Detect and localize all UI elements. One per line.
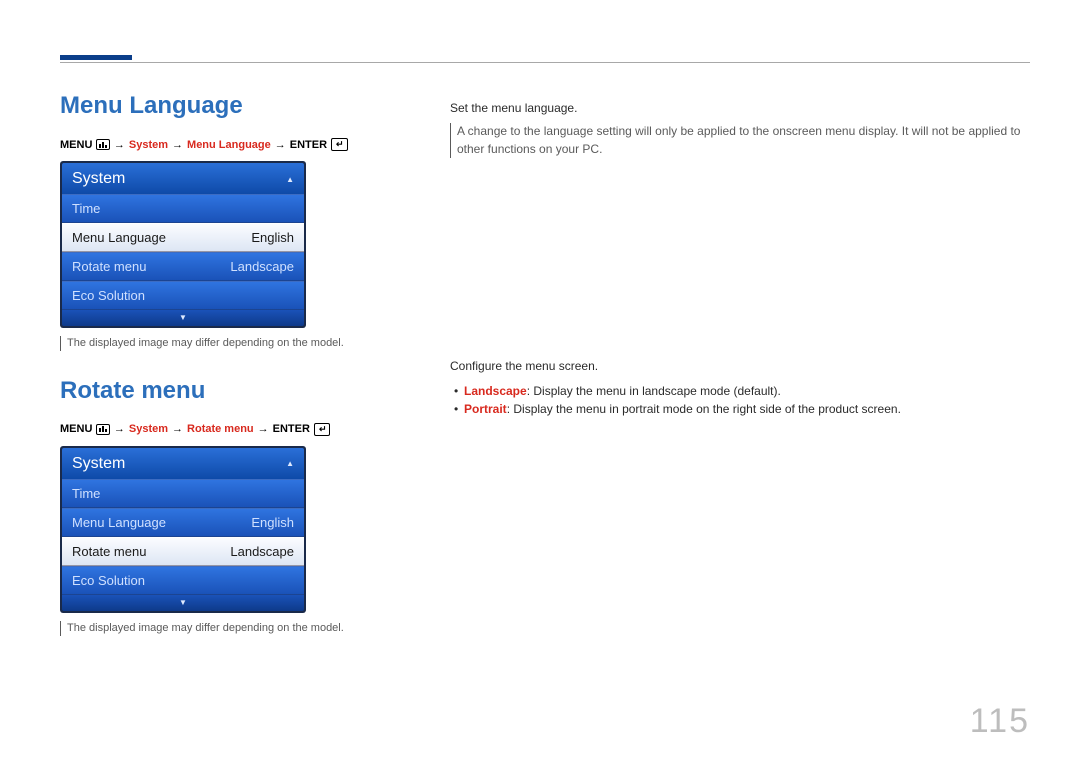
osd-row-label: Eco Solution [72, 573, 145, 588]
osd-panel-2: System ▲ Time Menu Language English Rota… [60, 446, 306, 613]
right-column: Set the menu language. A change to the l… [450, 92, 1030, 640]
arrow-right-icon: → [114, 139, 125, 151]
page-number: 115 [970, 702, 1030, 741]
osd-row[interactable]: Time [62, 479, 304, 508]
osd-row-selected[interactable]: Menu Language English [62, 223, 304, 252]
nav-enter-label: ENTER [273, 423, 310, 435]
osd-panel-1: System ▲ Time Menu Language English Rota… [60, 161, 306, 328]
osd-row[interactable]: Eco Solution [62, 281, 304, 310]
osd-row-label: Menu Language [72, 230, 166, 245]
osd-title: System [72, 170, 125, 188]
section1-footnote: The displayed image may differ depending… [60, 336, 380, 351]
nav-enter-label: ENTER [290, 139, 327, 151]
enter-key-icon [314, 423, 331, 436]
bullet-text: : Display the menu in portrait mode on t… [507, 402, 901, 416]
section1-right: Set the menu language. A change to the l… [450, 100, 1030, 158]
osd-row[interactable]: Eco Solution [62, 566, 304, 595]
osd-header: System ▲ [62, 448, 304, 479]
osd-row-label: Rotate menu [72, 544, 146, 559]
page-content: Menu Language MENU → System → Menu Langu… [60, 62, 1030, 640]
menu-bars-icon [96, 424, 110, 435]
osd-row-selected[interactable]: Rotate menu Landscape [62, 537, 304, 566]
nav-system: System [129, 139, 168, 151]
enter-key-icon [331, 138, 348, 151]
nav-item: Menu Language [187, 139, 271, 151]
left-column: Menu Language MENU → System → Menu Langu… [60, 92, 380, 640]
arrow-right-icon: → [172, 423, 183, 435]
osd-header: System ▲ [62, 163, 304, 194]
section1-nav-path: MENU → System → Menu Language → ENTER [60, 138, 380, 151]
osd-row-value: Landscape [230, 259, 294, 274]
osd-row-value: English [251, 515, 294, 530]
section2-right: Configure the menu screen. Landscape: Di… [450, 358, 1030, 419]
nav-system: System [129, 423, 168, 435]
osd-row-label: Menu Language [72, 515, 166, 530]
top-divider [60, 62, 1030, 63]
osd-row[interactable]: Rotate menu Landscape [62, 252, 304, 281]
bullet-landscape: Landscape: Display the menu in landscape… [450, 382, 1030, 401]
section1-desc: Set the menu language. [450, 100, 1030, 117]
osd-row[interactable]: Menu Language English [62, 508, 304, 537]
scroll-down-icon: ▼ [179, 598, 187, 607]
bullet-text: : Display the menu in landscape mode (de… [527, 384, 781, 398]
scroll-up-icon: ▲ [286, 459, 294, 468]
accent-bar [60, 55, 132, 60]
osd-title: System [72, 455, 125, 473]
osd-row-value: English [251, 230, 294, 245]
osd-row-value: Landscape [230, 544, 294, 559]
nav-menu-label: MENU [60, 423, 92, 435]
scroll-up-icon: ▲ [286, 175, 294, 184]
osd-row-label: Eco Solution [72, 288, 145, 303]
osd-row-label: Rotate menu [72, 259, 146, 274]
osd-row-label: Time [72, 486, 100, 501]
scroll-down-icon: ▼ [179, 313, 187, 322]
osd-footer: ▼ [62, 595, 304, 611]
osd-row[interactable]: Time [62, 194, 304, 223]
section2-nav-path: MENU → System → Rotate menu → ENTER [60, 423, 380, 436]
section1-note: A change to the language setting will on… [450, 123, 1030, 158]
section1-title: Menu Language [60, 92, 380, 120]
bullet-portrait: Portrait: Display the menu in portrait m… [450, 400, 1030, 419]
arrow-right-icon: → [258, 423, 269, 435]
arrow-right-icon: → [275, 139, 286, 151]
bullet-term: Landscape [464, 384, 527, 398]
nav-menu-label: MENU [60, 139, 92, 151]
section2-footnote: The displayed image may differ depending… [60, 621, 380, 636]
osd-row-label: Time [72, 201, 100, 216]
arrow-right-icon: → [114, 423, 125, 435]
osd-footer: ▼ [62, 310, 304, 326]
nav-item: Rotate menu [187, 423, 254, 435]
section2-desc: Configure the menu screen. [450, 358, 1030, 375]
arrow-right-icon: → [172, 139, 183, 151]
section2-bullets: Landscape: Display the menu in landscape… [450, 382, 1030, 419]
menu-bars-icon [96, 139, 110, 150]
bullet-term: Portrait [464, 402, 507, 416]
section2-title: Rotate menu [60, 377, 380, 405]
